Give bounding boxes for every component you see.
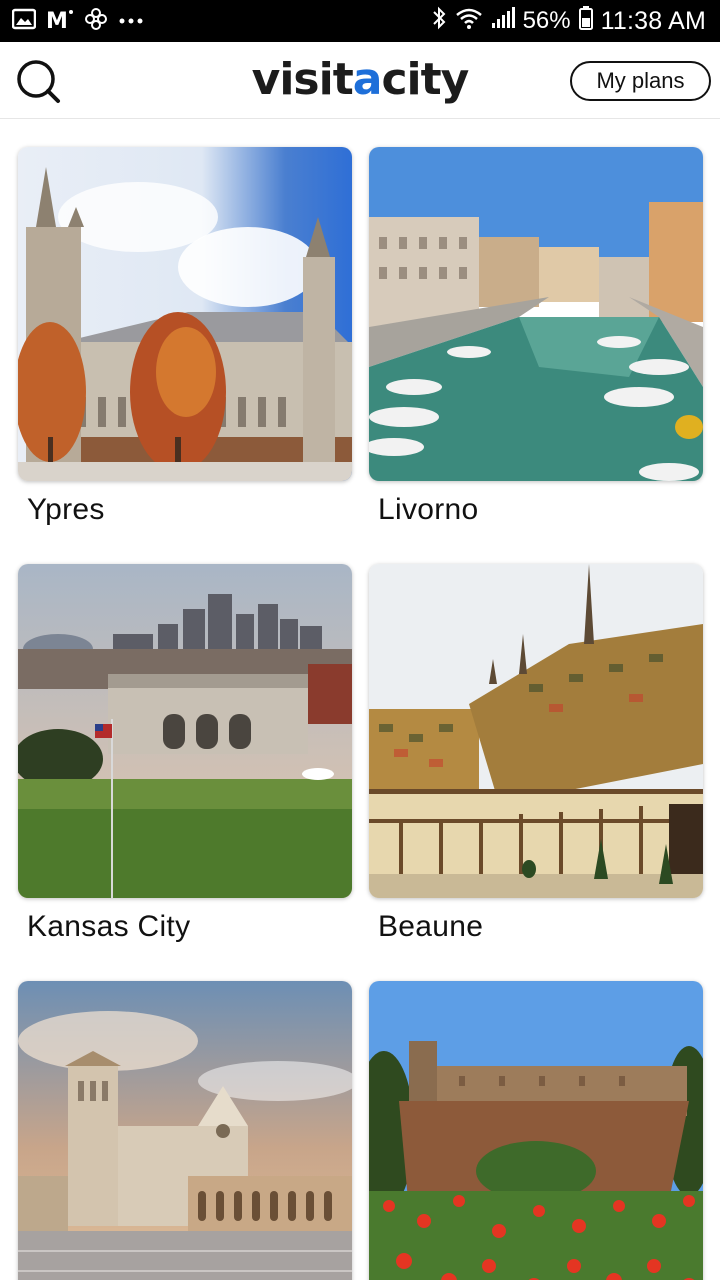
status-left-icons: M xyxy=(11,0,144,42)
battery-percent: 56% xyxy=(522,7,571,34)
image-icon xyxy=(11,8,37,35)
city-card-beaune[interactable]: Beaune xyxy=(369,564,703,944)
status-bar: M 56% 11:38 AM xyxy=(0,0,720,42)
clock: 11:38 AM xyxy=(600,6,706,35)
logo-text-accent: a xyxy=(352,54,383,105)
city-card-kansas-city[interactable]: Kansas City xyxy=(18,564,352,944)
city-card-livorno[interactable]: Livorno xyxy=(369,147,703,527)
city-photo-6[interactable] xyxy=(369,981,703,1280)
city-photo-5[interactable] xyxy=(18,981,352,1280)
city-card-5[interactable] xyxy=(18,981,352,1280)
city-name[interactable]: Ypres xyxy=(27,493,352,527)
city-name[interactable]: Beaune xyxy=(378,910,703,944)
logo-text-visit: visit xyxy=(251,54,354,105)
svg-text:M: M xyxy=(46,9,68,30)
city-name[interactable]: Kansas City xyxy=(27,910,352,944)
city-card-6[interactable] xyxy=(369,981,703,1280)
city-photo-kansas-city[interactable] xyxy=(18,564,352,898)
app-header: visitacity My plans xyxy=(0,42,720,119)
status-right: 56% 11:38 AM xyxy=(431,0,706,42)
battery-icon xyxy=(578,5,593,37)
logo-text-city: city xyxy=(381,54,469,105)
city-grid: Ypres Livorno Kansas City Beaune xyxy=(0,119,720,1280)
wifi-icon xyxy=(455,6,483,37)
city-card-ypres[interactable]: Ypres xyxy=(18,147,352,527)
city-photo-beaune[interactable] xyxy=(369,564,703,898)
pinwheel-icon xyxy=(84,7,108,36)
signal-icon xyxy=(491,6,515,36)
bluetooth-icon xyxy=(431,6,447,37)
city-photo-ypres[interactable] xyxy=(18,147,352,481)
city-photo-livorno[interactable] xyxy=(369,147,703,481)
gmail-icon: M xyxy=(46,8,74,35)
city-name[interactable]: Livorno xyxy=(378,493,703,527)
my-plans-button[interactable]: My plans xyxy=(570,61,711,101)
more-dots-icon xyxy=(118,12,144,30)
